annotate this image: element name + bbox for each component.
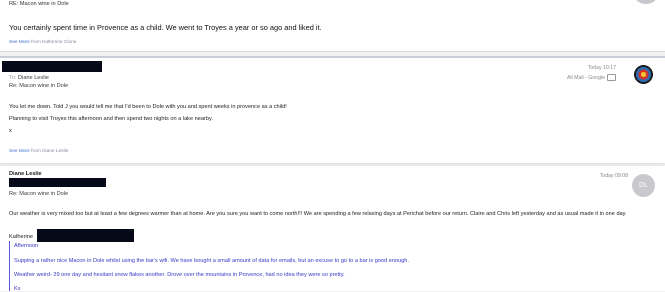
message-body: You certainly spent time in Provence as …	[9, 23, 322, 32]
message-subject: Re: Macon wine in Dole	[9, 83, 69, 89]
see-more-link[interactable]: See More from Katherine Clune	[9, 40, 76, 45]
message-date: Today 09:08	[599, 173, 628, 179]
recipient-name: Diane Leslie	[18, 75, 49, 81]
body-line: Planning to visit Troyes this afternoon …	[9, 116, 213, 123]
body-line: You let me down. Told J you would tell m…	[9, 104, 287, 110]
message-subject: RE: Macon wine in Dole	[9, 1, 69, 7]
message-card-2[interactable]: To: Diane Leslie Re: Macon wine in Dole …	[0, 56, 665, 163]
signature-line: Katherine	[9, 234, 33, 240]
message-subject: Re: Macon wine in Dole	[9, 191, 69, 197]
body-line: x	[9, 128, 12, 135]
quote-line: Supping a rather nice Macon in Dole whil…	[14, 258, 409, 264]
signature-name: Katherine	[9, 234, 33, 240]
quote-line: Weather weird- 29 one day and hesitant s…	[14, 272, 345, 278]
quote-line: Kx	[14, 286, 21, 292]
avatar	[635, 0, 657, 4]
sender-logo	[632, 63, 655, 86]
sender-name: Diane Leslie	[9, 171, 42, 177]
see-more-from: from Diane Leslie	[31, 149, 69, 154]
message-card-1[interactable]: RE: Macon wine in Dole You certainly spe…	[0, 0, 665, 52]
to-label: To:	[9, 75, 17, 81]
mailbox-label: All Mail - Google	[567, 74, 616, 81]
see-more-label[interactable]: See More	[9, 149, 30, 154]
message-card-3[interactable]: Diane Leslie Re: Macon wine in Dole Toda…	[0, 166, 665, 292]
avatar: DL	[632, 174, 655, 197]
message-body: You let me down. Told J you would tell m…	[9, 104, 287, 141]
see-more-from: from Katherine Clune	[31, 40, 77, 45]
see-more-link[interactable]: See More from Diane Leslie	[9, 149, 68, 154]
redacted-sender	[2, 61, 102, 72]
folder-icon	[607, 74, 616, 81]
redacted-address	[9, 178, 106, 187]
recipient-line: To: Diane Leslie	[9, 75, 49, 81]
message-date: Today 10:17	[587, 65, 616, 71]
message-body: Our weather is very mixed too but at lea…	[9, 211, 627, 217]
quote-line: Afternoon	[14, 243, 39, 249]
see-more-label[interactable]: See More	[9, 40, 30, 45]
quoted-message: Afternoon Supping a rather nice Macon in…	[9, 241, 659, 292]
mailbox-name: All Mail - Google	[566, 74, 605, 81]
